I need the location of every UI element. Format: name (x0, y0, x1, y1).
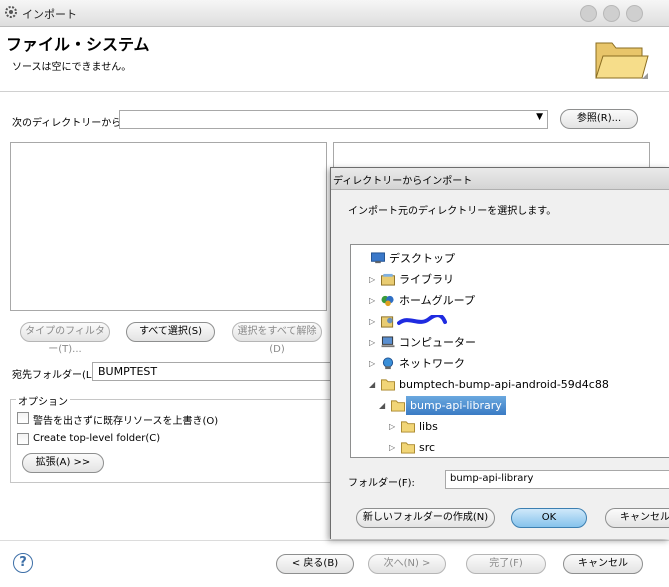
back-button[interactable]: < 戻る(B) (276, 554, 354, 574)
dialog-titlebar: ディレクトリーからインポート (331, 168, 669, 190)
tree-row-label: src (419, 441, 436, 454)
browse-button[interactable]: 参照(R)... (560, 109, 638, 129)
destination-folder-input[interactable]: BUMPTEST (92, 362, 332, 381)
import-directory-dialog: ディレクトリーからインポート インポート元のディレクトリーを選択します。 デスク… (330, 167, 669, 539)
maximize-button[interactable] (603, 5, 620, 22)
folder-icon (401, 442, 415, 454)
network-icon (382, 357, 394, 370)
folder-banner-icon (595, 42, 649, 79)
window-title: インポート (22, 8, 77, 21)
page-title: ファイル・システム (6, 35, 150, 54)
tree-row-label: デスクトップ (389, 252, 455, 265)
help-icon[interactable]: ? (13, 553, 33, 573)
tree-row[interactable]: ▷ ライブラリ (351, 270, 669, 289)
dialog-prompt: インポート元のディレクトリーを選択します。 (348, 206, 557, 217)
toplevel-folder-checkbox[interactable] (17, 433, 29, 445)
tree-row-label: ホームグループ (399, 294, 476, 307)
tree-row[interactable]: ▷ ホームグループ (351, 291, 669, 310)
tree-row[interactable]: ▷ libs (351, 417, 669, 436)
directory-tree[interactable]: デスクトップ ▷ ライブラリ ▷ ホームグループ ▷ ▷ コンピューター ▷ ネットワーク ◢ bum… (350, 244, 669, 458)
dialog-title: ディレクトリーからインポート (333, 176, 473, 187)
destination-folder-label: 宛先フォルダー(L): (12, 370, 99, 381)
folder-icon (401, 421, 415, 433)
overwrite-checkbox[interactable] (17, 412, 29, 424)
tree-collapsed-icon[interactable]: ▷ (369, 312, 375, 331)
folder-field-value: bump-api-library (450, 473, 534, 484)
window-titlebar: インポート (0, 0, 669, 27)
select-all-button[interactable]: すべて選択(S) (126, 322, 215, 342)
tree-row[interactable]: ◢ bumptech-bump-api-android-59d4c88 (351, 375, 669, 394)
folder-tree-panel[interactable] (10, 142, 327, 311)
ok-button[interactable]: OK (511, 508, 587, 528)
folder-icon (381, 379, 395, 391)
tree-row-label: libs (419, 420, 438, 433)
footer-divider (0, 540, 669, 541)
options-legend: オプション (16, 393, 70, 408)
cancel-button[interactable]: キャンセル (563, 554, 643, 574)
tree-collapsed-icon[interactable]: ▷ (369, 270, 375, 289)
tree-row[interactable]: ▷ ネットワーク (351, 354, 669, 373)
next-button[interactable]: 次へ(N) > (368, 554, 446, 574)
computer-icon (381, 336, 395, 348)
redaction-scribble (397, 315, 447, 325)
destination-folder-value: BUMPTEST (98, 365, 158, 378)
folder-icon (391, 400, 405, 412)
advanced-button[interactable]: 拡張(A) >> (22, 453, 104, 473)
tree-row[interactable]: ▷ コンピューター (351, 333, 669, 352)
dialog-cancel-button[interactable]: キャンセル (605, 508, 669, 528)
folder-field-label: フォルダー(F): (348, 478, 415, 489)
tree-row-label: bumptech-bump-api-android-59d4c88 (399, 378, 609, 391)
desktop-icon (371, 252, 385, 264)
user-folder-icon (381, 316, 394, 328)
tree-row[interactable]: ◢ bump-api-library (351, 396, 669, 415)
filter-types-button[interactable]: タイプのフィルター(T)... (20, 322, 110, 355)
tree-row-label: コンピューター (399, 336, 476, 349)
new-folder-button[interactable]: 新しいフォルダーの作成(N) (356, 508, 495, 528)
tree-row-label: ライブラリ (399, 273, 454, 286)
toplevel-folder-label: Create top-level folder(C) (33, 433, 161, 444)
tree-collapsed-icon[interactable]: ▷ (369, 291, 375, 310)
tree-row-label: ネットワーク (399, 357, 465, 370)
tree-row[interactable]: ▷ (351, 312, 669, 331)
tree-collapsed-icon[interactable]: ▷ (389, 438, 395, 457)
folder-field-input[interactable]: bump-api-library (445, 470, 669, 489)
tree-expanded-icon[interactable]: ◢ (379, 396, 385, 415)
error-message: ソースは空にできません。 (12, 62, 132, 73)
deselect-all-button[interactable]: 選択をすべて解除(D) (232, 322, 322, 355)
tree-collapsed-icon[interactable]: ▷ (389, 417, 395, 436)
tree-collapsed-icon[interactable]: ▷ (369, 333, 375, 352)
tree-collapsed-icon[interactable]: ▷ (369, 354, 375, 373)
from-directory-combo[interactable]: ▼ (119, 110, 548, 129)
chevron-down-icon[interactable]: ▼ (536, 112, 543, 122)
close-button[interactable] (626, 5, 643, 22)
finish-button[interactable]: 完了(F) (466, 554, 546, 574)
eclipse-gear-icon (5, 6, 17, 18)
wizard-banner: ファイル・システム ソースは空にできません。 (0, 27, 669, 92)
overwrite-label: 警告を出さずに既存リソースを上書き(O) (33, 416, 219, 427)
tree-row[interactable]: ▷ src (351, 438, 669, 457)
minimize-button[interactable] (580, 5, 597, 22)
tree-row[interactable]: デスクトップ (351, 249, 669, 268)
tree-expanded-icon[interactable]: ◢ (369, 375, 375, 394)
tree-row-label-selected: bump-api-library (406, 396, 506, 415)
library-icon (381, 273, 395, 286)
homegroup-icon (381, 295, 394, 307)
